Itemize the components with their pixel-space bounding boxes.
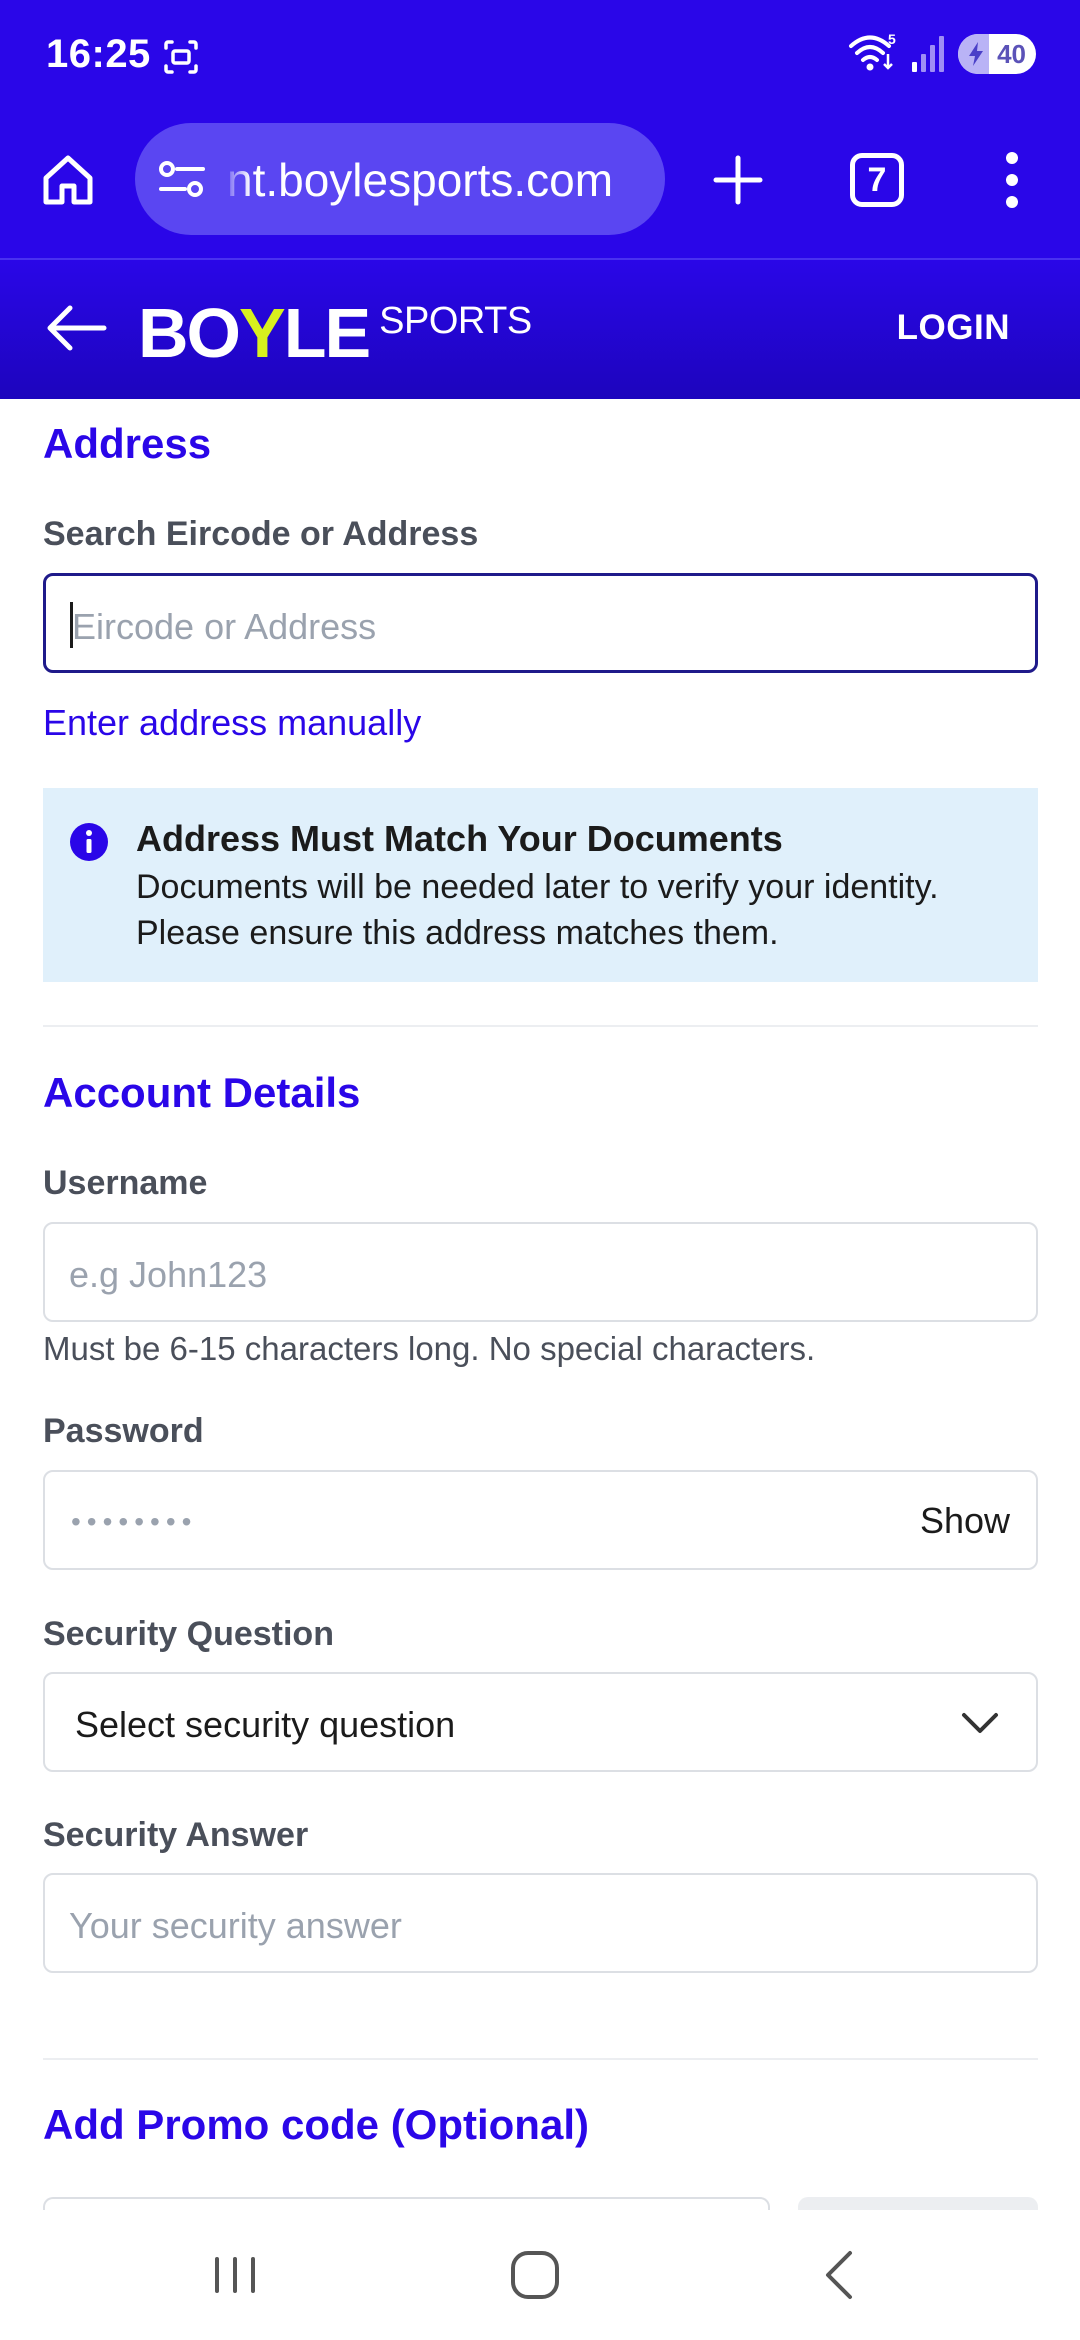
security-question-label: Security Question bbox=[43, 1615, 334, 1653]
security-question-value: Select security question bbox=[75, 1704, 456, 1745]
battery-charging-icon bbox=[969, 42, 983, 66]
promo-code-input[interactable] bbox=[43, 2197, 770, 2210]
battery-indicator: 40 bbox=[958, 34, 1036, 74]
status-bar: 16:25 5 40 bbox=[0, 0, 1080, 110]
svg-text:5: 5 bbox=[888, 32, 896, 47]
site-header: BOYLE SPORTS LOGIN bbox=[0, 258, 1080, 399]
wifi-icon: 5 bbox=[849, 32, 896, 71]
logo-wordmark: BOYLE bbox=[138, 294, 371, 372]
password-label: Password bbox=[43, 1412, 204, 1450]
security-question-select[interactable]: Select security question bbox=[43, 1672, 1038, 1772]
promo-row bbox=[43, 2197, 1038, 2210]
username-help-text: Must be 6-15 characters long. No special… bbox=[43, 1330, 816, 1367]
screenshot-icon bbox=[164, 40, 198, 74]
status-time: 16:25 bbox=[46, 32, 151, 76]
info-icon bbox=[70, 823, 108, 861]
address-search-placeholder: Eircode or Address bbox=[72, 606, 377, 647]
enter-address-manually-link[interactable]: Enter address manually bbox=[43, 702, 421, 744]
info-body: Documents will be needed later to verify… bbox=[136, 868, 939, 952]
back-arrow-icon[interactable] bbox=[42, 298, 108, 358]
system-nav-bar bbox=[0, 2210, 1080, 2340]
section-divider bbox=[43, 2058, 1038, 2060]
browser-chrome: 16:25 5 40 nt.boylesports.com 7 bbox=[0, 0, 1080, 258]
logo-subword: SPORTS bbox=[379, 300, 532, 342]
info-title: Address Must Match Your Documents bbox=[136, 818, 783, 859]
url-bar[interactable]: nt.boylesports.com bbox=[135, 123, 665, 235]
show-password-button[interactable]: Show bbox=[920, 1500, 1010, 1542]
account-section-title: Account Details bbox=[43, 1069, 361, 1116]
address-search-input[interactable]: Eircode or Address bbox=[43, 573, 1038, 673]
tabs-button[interactable]: 7 bbox=[850, 153, 904, 207]
plus-icon[interactable] bbox=[710, 152, 766, 208]
username-input[interactable]: e.g John123 bbox=[43, 1222, 1038, 1322]
signal-icon bbox=[912, 36, 944, 72]
url-text: nt.boylesports.com bbox=[227, 154, 614, 206]
battery-percent: 40 bbox=[997, 38, 1026, 69]
password-input[interactable]: •••••••• Show bbox=[43, 1470, 1038, 1570]
home-icon[interactable] bbox=[38, 150, 98, 210]
home-circle-icon[interactable] bbox=[505, 2245, 565, 2305]
address-section-title: Address bbox=[43, 420, 212, 467]
tune-icon[interactable] bbox=[157, 159, 207, 199]
login-button[interactable]: LOGIN bbox=[897, 308, 1010, 348]
url-fade bbox=[221, 123, 251, 235]
browser-toolbar: nt.boylesports.com 7 bbox=[0, 120, 1080, 240]
security-answer-placeholder: Your security answer bbox=[69, 1905, 402, 1946]
username-label: Username bbox=[43, 1164, 208, 1202]
section-divider bbox=[43, 1025, 1038, 1027]
security-answer-input[interactable]: Your security answer bbox=[43, 1873, 1038, 1973]
chrome-divider bbox=[0, 258, 1080, 260]
address-info-alert: Address Must Match Your Documents Docume… bbox=[43, 788, 1038, 982]
chevron-down-icon bbox=[962, 1713, 998, 1733]
registration-form: Address Search Eircode or Address Eircod… bbox=[0, 399, 1080, 2210]
recents-icon[interactable] bbox=[205, 2245, 265, 2305]
promo-section-title: Add Promo code (Optional) bbox=[43, 2101, 589, 2148]
password-mask: •••••••• bbox=[71, 1506, 198, 1537]
search-address-label: Search Eircode or Address bbox=[43, 515, 479, 553]
boylesports-logo[interactable]: BOYLE SPORTS bbox=[138, 298, 532, 368]
more-vert-icon[interactable] bbox=[990, 148, 1034, 212]
username-placeholder: e.g John123 bbox=[69, 1254, 268, 1295]
promo-apply-button[interactable] bbox=[798, 2197, 1038, 2210]
back-chevron-icon[interactable] bbox=[810, 2245, 870, 2305]
security-answer-label: Security Answer bbox=[43, 1816, 309, 1854]
